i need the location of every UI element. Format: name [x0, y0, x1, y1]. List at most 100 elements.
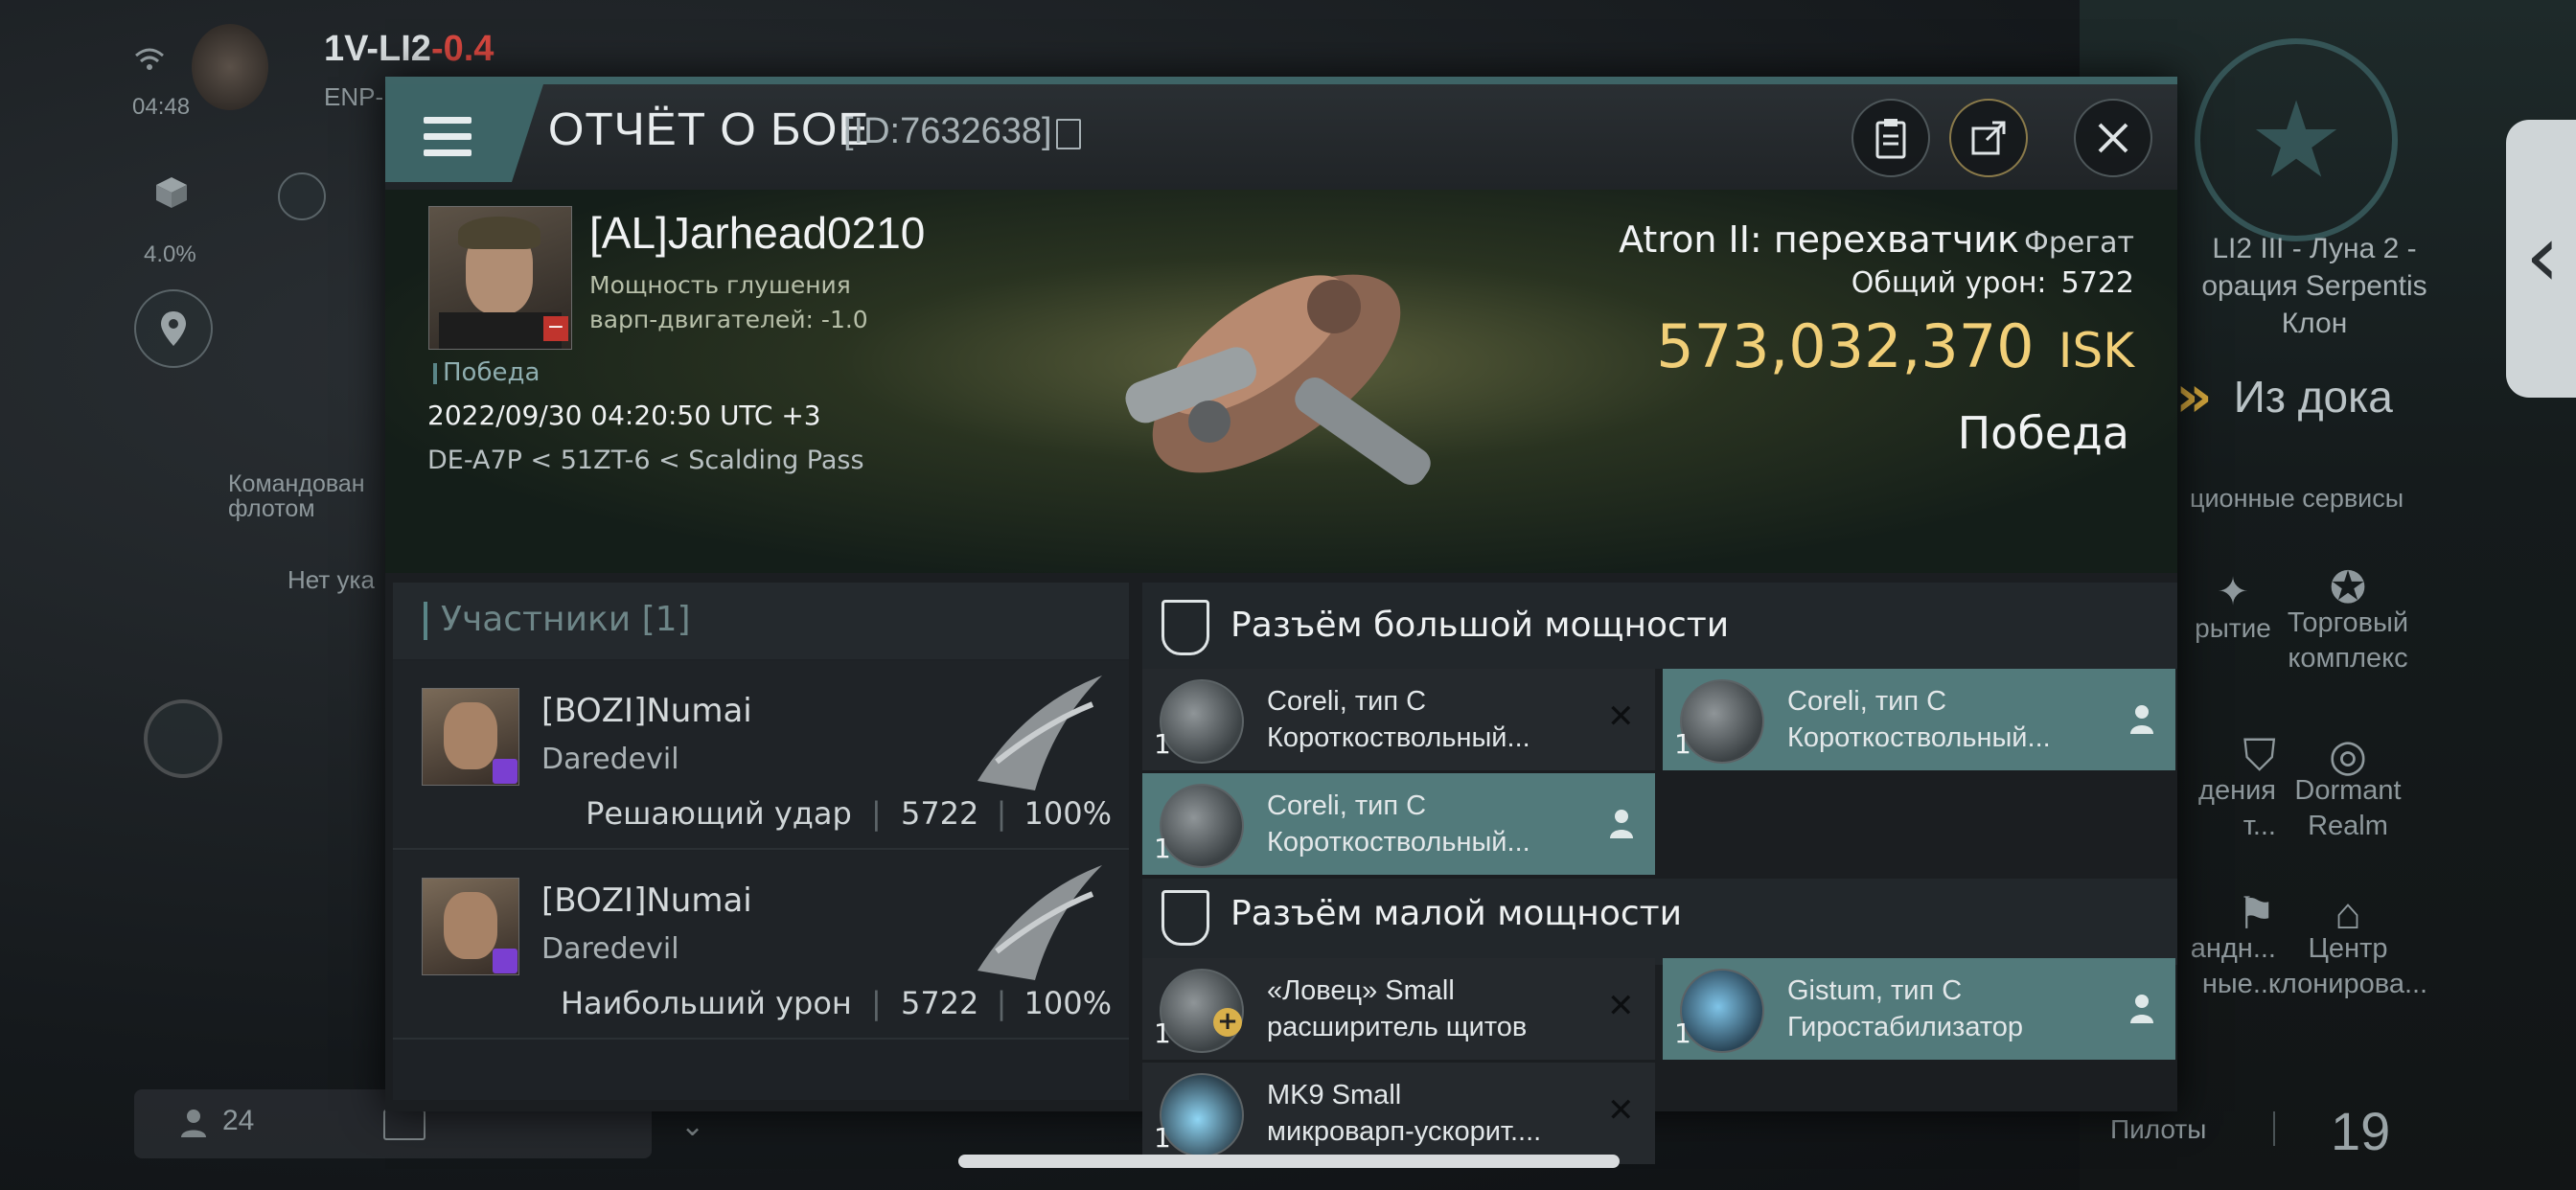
participant-row[interactable]: [BOZI]Numai Daredevil Решающий удар | 57…	[393, 661, 1129, 850]
module-name: MK9 Small микроварп-ускорит....	[1267, 1077, 1541, 1150]
pilot-avatar[interactable]	[192, 24, 268, 110]
participant-face	[444, 702, 497, 769]
undock-label: Из дока	[2233, 372, 2393, 422]
module-qty: 1	[1674, 1018, 1691, 1049]
module-slot[interactable]: 1 Coreli, тип C Короткоствольный... ✕	[1142, 669, 1655, 770]
participant-ship: Daredevil	[541, 932, 679, 966]
location-line2: орация Serpentis	[2201, 270, 2427, 302]
total-damage: Общий урон: 5722	[1631, 266, 2134, 300]
hamburger-icon	[424, 117, 472, 124]
participant-role: Наибольший урон	[560, 985, 852, 1021]
battle-report-dialog: ОТЧЁТ О БОЕ [ID:7632638] − [AL]Jarhead02…	[385, 77, 2177, 1164]
undock-button[interactable]: » Из дока	[2175, 362, 2463, 431]
shield-icon: ⛉	[2242, 730, 2277, 780]
service-5-line2: ные...	[2201, 969, 2276, 999]
market-label-line2: комплекс	[2288, 643, 2408, 674]
participant-damage: 5722	[900, 985, 979, 1021]
modal-accent-line	[385, 77, 2177, 84]
clone-line1: Центр	[2308, 933, 2388, 964]
module-qty: 1	[1154, 728, 1171, 760]
star-icon: ★	[2248, 79, 2344, 201]
side-drawer-tab[interactable]: ‹	[2506, 120, 2576, 398]
clipboard-button[interactable]	[1852, 99, 1930, 177]
station-location: LI2 III - Луна 2 - орация Serpentis Клон	[2175, 230, 2453, 342]
total-damage-value: 5722	[2060, 266, 2134, 300]
service-5-line1: андн...	[2190, 933, 2276, 964]
service-5[interactable]: ⚑ андн... ные...	[2161, 888, 2276, 1002]
service-1[interactable]: ✦ рытие	[2185, 573, 2281, 646]
cargo-icon[interactable]	[142, 163, 201, 222]
module-slot[interactable]: 1 Coreli, тип C Короткоствольный...	[1142, 773, 1655, 875]
participant-damage: 5722	[900, 795, 979, 832]
location-pin-icon[interactable]	[134, 289, 213, 368]
stat-divider: |	[996, 985, 1007, 1021]
service-clone-center[interactable]: ⌂ Центр клонирова...	[2262, 891, 2434, 1002]
destroyed-x-icon: ✕	[1607, 1091, 1635, 1130]
nes-icon: ✪	[2329, 562, 2367, 612]
fleet-command-label: Командован флотом	[228, 471, 365, 521]
module-name: Coreli, тип C Короткоствольный...	[1267, 788, 1530, 860]
module-line2: микроварп-ускорит....	[1267, 1116, 1542, 1147]
fitting-icon[interactable]	[278, 172, 326, 220]
service-dormant-realm[interactable]: ◎ Dormant Realm	[2271, 733, 2425, 844]
participant-percent: 100%	[1024, 985, 1112, 1021]
result-tag-text: Победа	[443, 358, 540, 387]
chevron-down-icon[interactable]: ⌄	[680, 1110, 704, 1143]
share-icon	[1971, 121, 2006, 155]
pilots-label: Пилоты	[2110, 1114, 2207, 1144]
people-icon[interactable]	[177, 1107, 210, 1139]
ship-title[interactable]: Atron II: перехватчик Фрегат	[1430, 218, 2134, 261]
low-slot-label: Разъём малой мощности	[1230, 894, 1683, 933]
module-line2: Короткоствольный...	[1267, 827, 1530, 858]
dropped-person-icon	[2128, 703, 2156, 738]
participant-name: [BOZI]Numai	[541, 692, 752, 730]
victim-name[interactable]: [AL]Jarhead0210	[589, 207, 925, 259]
module-slot[interactable]: 1 MK9 Small микроварп-ускорит.... ✕	[1142, 1063, 1655, 1164]
mail-icon[interactable]	[383, 1110, 426, 1140]
result-tag-bar	[433, 362, 437, 384]
high-slot-icon	[1162, 600, 1209, 655]
market-label-line1: Торговый	[2287, 607, 2409, 638]
module-name: «Ловец» Small расширитель щитов	[1267, 973, 1527, 1045]
clock: 04:48	[132, 94, 191, 120]
copy-icon[interactable]	[1056, 119, 1081, 149]
dropped-person-icon	[1607, 808, 1636, 842]
service-3-line1: дения	[2198, 775, 2276, 806]
flag-icon: ⚑	[2236, 888, 2276, 938]
home-indicator[interactable]	[958, 1155, 1620, 1168]
share-button[interactable]	[1949, 99, 2028, 177]
no-fleet-text: Нет ука	[288, 565, 375, 594]
isk-amount: 573,032,370	[1656, 311, 2035, 381]
module-line2: Гиростабилизатор	[1787, 1012, 2024, 1042]
participants-header-bar	[424, 602, 427, 640]
location-line1: LI2 III - Луна 2 -	[2212, 233, 2417, 264]
stat-divider: |	[996, 795, 1007, 832]
target-icon[interactable]	[144, 699, 222, 778]
victim-hat	[458, 217, 540, 249]
service-1-label: рытие	[2195, 613, 2271, 643]
module-slot[interactable]: + 1 «Ловец» Small расширитель щитов ✕	[1142, 958, 1655, 1060]
close-icon	[2098, 123, 2128, 153]
close-button[interactable]	[2074, 99, 2152, 177]
module-slot[interactable]: 1 Gistum, тип C Гиростабилизатор	[1663, 958, 2175, 1060]
gun-module-icon	[1160, 784, 1244, 868]
participant-role: Решающий удар	[586, 795, 852, 832]
participant-row[interactable]: [BOZI]Numai Daredevil Наибольший урон | …	[393, 851, 1129, 1040]
result-tag: Победа	[433, 358, 540, 387]
service-3[interactable]: ⛉ дения т...	[2171, 730, 2277, 844]
module-slot[interactable]: 1 Coreli, тип C Короткоствольный...	[1663, 669, 2175, 770]
gun-module-icon	[1160, 679, 1244, 764]
service-market[interactable]: ✪ Торговый комплекс	[2271, 562, 2425, 676]
kill-outcome: Победа	[1957, 407, 2129, 459]
ship-image	[1094, 201, 1459, 546]
system-name[interactable]: 1V-LI2-0.4	[324, 29, 494, 70]
module-line2: расширитель щитов	[1267, 1012, 1528, 1042]
ship-name: Atron II: перехватчик	[1619, 218, 2019, 261]
online-count: 24	[222, 1105, 255, 1136]
kill-location[interactable]: DE-A7P < 51ZT-6 < Scalding Pass	[427, 446, 864, 475]
hamburger-icon-bar2	[424, 133, 472, 140]
chevron-left-icon: ‹	[2525, 206, 2560, 307]
faction-badge	[493, 949, 518, 973]
gyrostabilizer-icon	[1680, 969, 1764, 1053]
participant-stats: Наибольший урон | 5722 | 100%	[489, 985, 1112, 1021]
